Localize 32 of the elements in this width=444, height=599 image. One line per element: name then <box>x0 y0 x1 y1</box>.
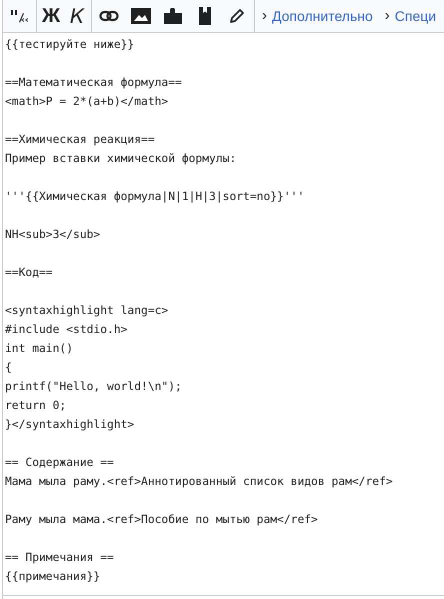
chevron-icon: › <box>384 4 390 28</box>
code-line: int main() <box>5 341 74 357</box>
bold-button[interactable]: Ж <box>38 0 64 32</box>
code-line: {{тестируйте ниже}} <box>5 37 136 53</box>
code-line: Мама мыла раму.<ref>Аннотированный список видов рам</ref> <box>5 474 394 490</box>
quote-icon <box>10 9 28 23</box>
code-line: }</syntaxhighlight> <box>5 417 136 433</box>
code-line: ==Код== <box>5 265 54 281</box>
code-line: #include <stdio.h> <box>5 322 128 338</box>
code-line: <syntaxhighlight lang=c> <box>5 303 170 319</box>
chevron-icon: › <box>262 4 267 28</box>
code-line: '''{{Химическая формула|N|1|H|3|sort=no}}''' <box>5 189 306 205</box>
code-line: == Примечания == <box>5 550 115 566</box>
puzzle-icon <box>164 8 182 24</box>
code-line: { <box>5 360 13 376</box>
code-line: ==Химическая реакция== <box>5 132 156 148</box>
book-icon <box>199 7 211 25</box>
italic-button[interactable]: К <box>64 0 90 32</box>
code-line: <math>P = 2*(a+b)</math> <box>5 94 170 110</box>
link-icon <box>99 10 119 22</box>
code-line: ==Математическая формула== <box>5 75 183 91</box>
code-line: {{примечания}} <box>5 569 102 585</box>
code-line: Пример вставки химической формулы: <box>5 151 238 167</box>
menu-link[interactable]: Дополнительно <box>272 6 373 26</box>
pencil-icon <box>229 8 245 24</box>
code-line: return 0; <box>5 398 68 414</box>
code-line: printf("Hello, world!\n"); <box>5 379 183 395</box>
menu-link[interactable]: Специ <box>394 6 436 26</box>
code-line: Раму мыла мама.<ref>Пособие по мытью рам</ref> <box>5 512 319 528</box>
image-icon <box>131 8 151 24</box>
code-line: == Содержание == <box>5 455 115 471</box>
code-line: NH<sub>3</sub> <box>5 227 102 243</box>
